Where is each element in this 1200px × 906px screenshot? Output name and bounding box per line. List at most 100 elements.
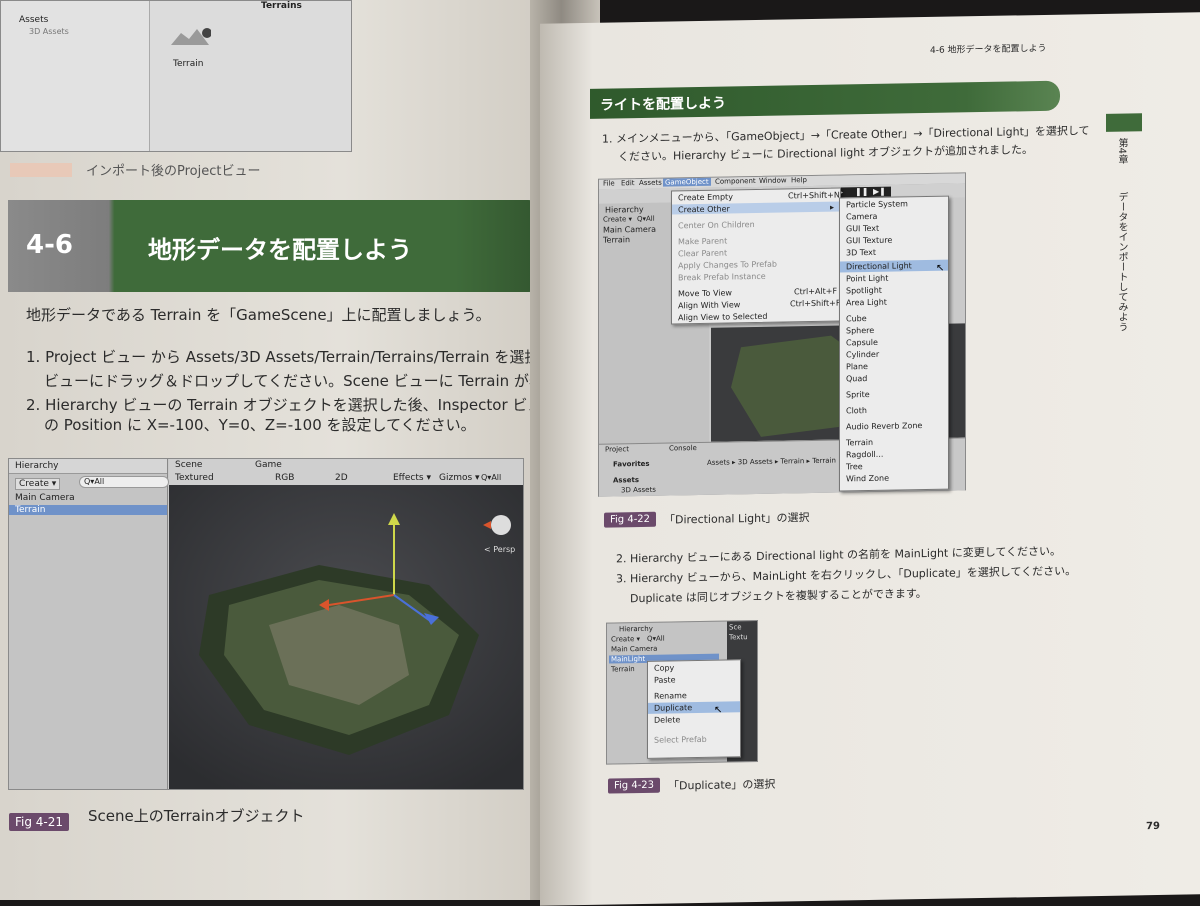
right-page: 4-6 地形データを配置しよう 第4章 データをインポートしてみよう ライトを配… [540,12,1200,906]
2d-toggle[interactable]: 2D [335,473,348,483]
menu-item-apply-changes[interactable]: Apply Changes To Prefab [678,260,777,271]
hierarchy-search-input[interactable]: Q▾All [79,476,169,488]
context-copy[interactable]: Copy [654,663,674,672]
submenu-terrain[interactable]: Terrain [846,438,873,447]
path-tail: Terrains [261,1,302,11]
submenu-area-light[interactable]: Area Light [846,298,887,308]
submenu-particle-system[interactable]: Particle System [846,199,908,209]
rgb-dropdown[interactable]: RGB [275,473,294,483]
pause-icon[interactable]: ❚❚ [855,187,868,196]
submenu-plane[interactable]: Plane [846,362,868,371]
submenu-cloth[interactable]: Cloth [846,406,867,415]
scene-viewport[interactable]: < Persp [169,485,523,789]
menu-edit[interactable]: Edit [621,179,635,187]
persp-label: < Persp [484,545,516,554]
cursor-icon: ↖ [714,704,723,716]
context-duplicate[interactable]: Duplicate [654,703,692,713]
menu-window[interactable]: Window [759,176,787,184]
hierarchy-item-terrain-22[interactable]: Terrain [603,235,630,244]
left-page: Assets 3D Assets Terrains Terrain インポート後… [0,0,677,900]
fig21-screenshot: Hierarchy Create ▾ Q▾All Main Camera Ter… [8,458,524,790]
menu-gameobject[interactable]: GameObject [663,177,711,187]
submenu-cube[interactable]: Cube [846,314,867,323]
scene-tab[interactable]: Scene [175,460,202,470]
create-button-23[interactable]: Create ▾ [611,635,640,644]
menu-item-align-view-to-selected[interactable]: Align View to Selected [678,312,767,323]
submenu-directional-light[interactable]: Directional Light [846,261,912,271]
scene-search-input[interactable]: Q▾All [481,473,501,482]
chapter-tab-marker [1106,113,1142,132]
submenu-gui-texture[interactable]: GUI Texture [846,236,892,246]
submenu-sprite[interactable]: Sprite [846,390,870,399]
submenu-point-light[interactable]: Point Light [846,274,888,284]
submenu-spotlight[interactable]: Spotlight [846,286,882,296]
menu-help[interactable]: Help [791,176,807,184]
fig-tag-faded [10,163,72,177]
create-button-22[interactable]: Create ▾ [603,215,632,224]
hierarchy-item-terrain-23[interactable]: Terrain [611,665,635,673]
menu-file[interactable]: File [603,179,615,187]
submenu-arrow-icon: ▸ [830,202,835,212]
textured-23[interactable]: Textu [729,633,748,641]
menu-item-move-to-view[interactable]: Move To View [678,288,732,298]
menu-item-make-parent[interactable]: Make Parent [678,236,727,246]
hierarchy-tab[interactable]: Hierarchy [9,459,167,474]
effects-dropdown[interactable]: Effects ▾ [393,473,431,483]
submenu-camera[interactable]: Camera [846,212,877,222]
shading-dropdown[interactable]: Textured [175,473,214,483]
submenu-ragdoll[interactable]: Ragdoll... [846,450,883,460]
hierarchy-item-main-camera[interactable]: Main Camera [9,493,173,503]
console-tab[interactable]: Console [669,444,697,452]
menu-assets[interactable]: Assets [639,179,662,187]
submenu-cylinder[interactable]: Cylinder [846,350,879,360]
menu-item-break-prefab[interactable]: Break Prefab Instance [678,272,766,283]
game-tab[interactable]: Game [255,460,282,470]
gizmos-dropdown[interactable]: Gizmos ▾ [439,473,480,483]
assets-sub-folder[interactable]: 3D Assets [621,486,656,495]
menu-shortcut-align-with-view: Ctrl+Shift+F [790,298,841,309]
submenu-3d-text[interactable]: 3D Text [846,248,876,258]
submenu-tree[interactable]: Tree [846,462,863,471]
favorites-label[interactable]: Favorites [613,460,650,469]
cursor-icon: ↖ [936,262,945,274]
gameobject-menu: Create Empty Ctrl+Shift+N Create Other ▸… [671,187,841,325]
hierarchy-label-23: Hierarchy [619,624,653,634]
submenu-sphere[interactable]: Sphere [846,326,874,335]
section-title: 地形データを配置しよう [148,236,412,264]
assets-folder[interactable]: Assets [613,476,639,484]
project-tab[interactable]: Project [605,445,629,453]
context-paste[interactable]: Paste [654,675,676,684]
submenu-wind-zone[interactable]: Wind Zone [846,474,889,484]
menu-item-create-empty[interactable]: Create Empty [678,192,733,202]
hierarchy-item-terrain[interactable]: Terrain [9,505,167,515]
menu-item-align-with-view[interactable]: Align With View [678,300,740,310]
fig21-tag: Fig 4-21 [9,813,70,831]
context-delete[interactable]: Delete [654,715,680,724]
menu-shortcut-move-to-view: Ctrl+Alt+F [794,286,838,297]
context-select-prefab[interactable]: Select Prefab [654,735,707,745]
submenu-gui-text[interactable]: GUI Text [846,224,879,234]
subsection-band: ライトを配置しよう [590,80,1060,119]
search-input-22[interactable]: Q▾All [637,215,655,223]
menu-item-create-other[interactable]: Create Other [678,204,730,214]
context-rename[interactable]: Rename [654,691,687,701]
project-view-figure: Assets 3D Assets Terrains Terrain [0,0,352,152]
fig23-screenshot: Hierarchy Create ▾ Q▾All Main Camera Mai… [606,619,758,765]
submenu-quad[interactable]: Quad [846,374,867,383]
menu-item-center-on-children[interactable]: Center On Children [678,220,755,230]
hierarchy-panel: Hierarchy Create ▾ Q▾All Main Camera Ter… [9,459,169,789]
submenu-audio-reverb-zone[interactable]: Audio Reverb Zone [846,421,922,431]
create-button[interactable]: Create ▾ [15,478,61,490]
scene-tab-23[interactable]: Sce [729,623,742,631]
hierarchy-item-main-camera-23[interactable]: Main Camera [611,645,657,654]
fig23-caption: 「Duplicate」の選択 [668,777,776,793]
section-number: 4-6 [26,230,73,260]
section-heading-band: 4-6 地形データを配置しよう [8,200,568,292]
hierarchy-item-main-camera-22[interactable]: Main Camera [603,225,656,235]
step-icon[interactable]: ▶❚ [873,187,886,196]
search-input-23[interactable]: Q▾All [647,635,665,643]
submenu-capsule[interactable]: Capsule [846,338,878,348]
menu-component[interactable]: Component [715,177,756,186]
subsection-title: ライトを配置しよう [600,95,726,114]
menu-item-clear-parent[interactable]: Clear Parent [678,248,727,258]
